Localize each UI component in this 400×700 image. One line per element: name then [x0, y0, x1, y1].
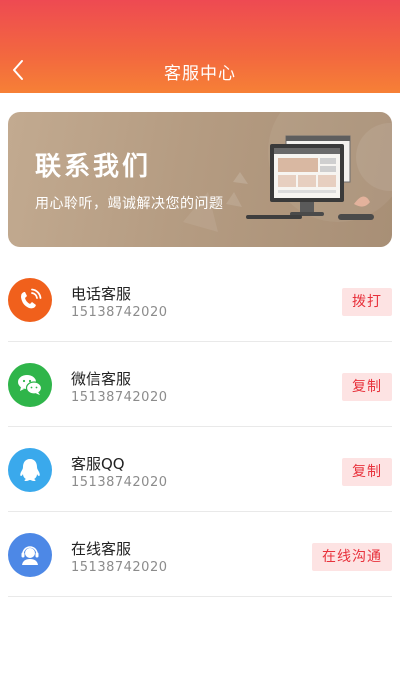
contact-name: 微信客服 [71, 370, 132, 388]
contact-number: 15138742020 [71, 560, 168, 575]
contact-number: 15138742020 [71, 390, 168, 405]
list-item-wechat: 微信客服 15138742020 复制 [8, 342, 392, 427]
wechat-icon [8, 363, 52, 407]
list-item-phone: 电话客服 15138742020 拨打 [8, 257, 392, 342]
online-chat-button[interactable]: 在线沟通 [312, 543, 392, 571]
app-header: 客服中心 [0, 0, 400, 93]
contact-number: 15138742020 [71, 475, 168, 490]
call-button[interactable]: 拨打 [342, 288, 392, 316]
page-title: 客服中心 [164, 64, 236, 84]
contact-number: 15138742020 [71, 305, 168, 320]
qq-icon [8, 448, 52, 492]
contact-name: 在线客服 [71, 540, 132, 558]
list-item-qq: 客服QQ 15138742020 复制 [8, 427, 392, 512]
contact-name: 电话客服 [71, 285, 132, 303]
phone-icon [8, 278, 52, 322]
copy-qq-button[interactable]: 复制 [342, 458, 392, 486]
list-item-online: 在线客服 15138742020 在线沟通 [8, 512, 392, 597]
copy-wechat-button[interactable]: 复制 [342, 373, 392, 401]
banner-title: 联系我们 [35, 152, 152, 182]
contact-banner: 联系我们 用心聆听，竭诚解决您的问题 [8, 112, 392, 247]
banner-subtitle: 用心聆听，竭诚解决您的问题 [35, 196, 224, 212]
contact-name: 客服QQ [71, 455, 125, 473]
contact-list: 电话客服 15138742020 拨打 微信客服 15138742020 复制 [8, 257, 392, 597]
headset-icon [8, 533, 52, 577]
